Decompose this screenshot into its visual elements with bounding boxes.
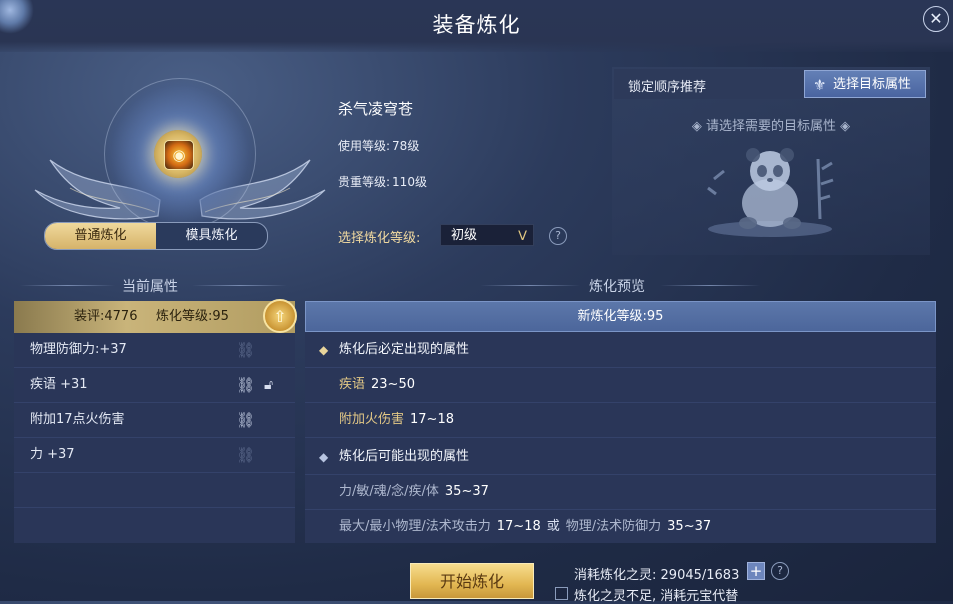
lock-order-label: 锁定顺序推荐: [628, 80, 707, 95]
cost-help-icon[interactable]: ?: [771, 562, 789, 580]
preview-heading-line-right: [660, 285, 760, 286]
or-text: 或: [546, 519, 560, 534]
preview-attribute-row: 疾语 23~50: [305, 368, 936, 403]
diamond-bullet-icon: ◆: [319, 343, 329, 357]
attribute-label: 物理防御力:+37: [30, 342, 127, 357]
panda-placeholder-icon: [707, 148, 834, 237]
new-refine-level: 新炼化等级:95: [305, 301, 936, 332]
window-title: 装备炼化: [432, 13, 521, 37]
tab-normal-refine[interactable]: 普通炼化: [45, 223, 156, 249]
chevron-down-icon: ᐯ: [518, 229, 527, 244]
link-icon[interactable]: ⛓: [236, 333, 255, 367]
attribute-label: 疾语 +31: [30, 377, 88, 392]
link-icon[interactable]: ⛓: [236, 368, 255, 402]
possible-attribute-range: 35~37: [444, 484, 489, 499]
refine-help-icon[interactable]: ?: [549, 227, 567, 245]
refine-level-select[interactable]: 初级 ᐯ: [440, 224, 534, 246]
must-appear-heading: 炼化后必定出现的属性: [339, 342, 470, 357]
current-attributes-heading: 当前属性: [122, 279, 178, 295]
use-ingot-checkbox[interactable]: [555, 587, 568, 600]
must-appear-heading-row: ◆ 炼化后必定出现的属性: [305, 333, 936, 368]
start-refine-button[interactable]: 开始炼化: [410, 563, 534, 599]
close-button[interactable]: ✕: [923, 6, 949, 32]
rarity-level-label: 贵重等级:: [338, 175, 391, 189]
add-refine-spirit-button[interactable]: +: [747, 562, 765, 580]
current-refine-level: 炼化等级:95: [156, 309, 229, 324]
use-level-value: 78级: [392, 139, 420, 153]
use-level: 使用等级: 78级: [338, 137, 419, 154]
preview-attribute-name: 疾语: [339, 377, 366, 392]
current-heading-line-left: [20, 285, 115, 286]
attribute-label: 力 +37: [30, 447, 75, 462]
refine-mode-tabs: 普通炼化 模具炼化: [44, 222, 268, 250]
select-target-attribute-button[interactable]: ⚜ 选择目标属性: [804, 70, 926, 98]
equipment-score: 装评:4776: [74, 309, 138, 324]
lock-order-bar: 锁定顺序推荐 ⚜ 选择目标属性: [614, 69, 928, 99]
equipment-icon: ◉: [164, 140, 194, 170]
diamond-bullet-icon: ◆: [319, 450, 329, 464]
refine-cost-label: 消耗炼化之灵:: [574, 568, 657, 583]
use-ingot-label: 炼化之灵不足, 消耗元宝代替: [574, 589, 739, 604]
possible-attribute-name: 力/敏/魂/念/疾/体: [339, 484, 439, 499]
current-summary-bar: 装评:4776 炼化等级:95 ⇧: [14, 299, 297, 333]
item-slot[interactable]: ◉: [154, 130, 202, 178]
possible-defense-range: 35~37: [667, 519, 712, 534]
may-appear-heading: 炼化后可能出现的属性: [339, 449, 470, 464]
use-level-label: 使用等级:: [338, 139, 391, 153]
possible-attack-range: 17~18: [496, 519, 541, 534]
preview-heading-line-left: [480, 285, 580, 286]
target-icon: ⚜: [813, 76, 827, 94]
attribute-row: 力 +37 ⛓: [14, 438, 295, 473]
target-attribute-panel: 锁定顺序推荐 ⚜ 选择目标属性 ◈ 请选择需要的目标属性 ◈: [612, 67, 930, 255]
attribute-row: 疾语 +31 ⛓ 🔓︎: [14, 368, 295, 403]
possible-attribute-row: 最大/最小物理/法术攻击力 17~18 或物理/法术防御力 35~37: [305, 510, 936, 544]
refine-preview-panel: 新炼化等级:95 ◆ 炼化后必定出现的属性 疾语 23~50 附加火伤害 17~18…: [305, 301, 936, 543]
upgrade-arrow-icon[interactable]: ⇧: [263, 299, 297, 333]
refine-level-select-label: 选择炼化等级:: [338, 231, 421, 246]
preview-attribute-range: 17~18: [410, 412, 454, 427]
rarity-level: 贵重等级: 110级: [338, 173, 427, 190]
current-heading-line-right: [192, 285, 287, 286]
preview-attribute-row: 附加火伤害 17~18: [305, 403, 936, 438]
target-hint-text: ◈ 请选择需要的目标属性 ◈: [691, 119, 851, 134]
attribute-row: 附加17点火伤害 ⛓: [14, 403, 295, 438]
rarity-level-value: 110级: [392, 175, 427, 189]
refine-preview-heading: 炼化预览: [589, 279, 645, 295]
select-target-attribute-label: 选择目标属性: [833, 77, 912, 92]
attribute-label: 附加17点火伤害: [30, 412, 125, 427]
refine-cost-value: 29045/1683: [660, 568, 740, 583]
possible-defense-name: 物理/法术防御力: [565, 519, 662, 534]
attribute-row: 物理防御力:+37 ⛓: [14, 333, 295, 368]
refine-cost: 消耗炼化之灵: 29045/1683: [574, 564, 739, 583]
possible-attack-name: 最大/最小物理/法术攻击力: [339, 519, 491, 534]
item-name: 杀气凌穹苍: [338, 100, 414, 118]
current-attributes-panel: 装评:4776 炼化等级:95 ⇧ 物理防御力:+37 ⛓ 疾语 +31 ⛓ 🔓…: [14, 299, 297, 543]
may-appear-heading-row: ◆ 炼化后可能出现的属性: [305, 440, 936, 475]
unlock-icon[interactable]: 🔓︎: [264, 368, 273, 402]
link-icon[interactable]: ⛓: [236, 438, 255, 472]
preview-attribute-range: 23~50: [371, 377, 415, 392]
preview-attribute-name: 附加火伤害: [339, 412, 405, 427]
possible-attribute-row: 力/敏/魂/念/疾/体 35~37: [305, 475, 936, 510]
refine-level-select-value: 初级: [451, 228, 478, 243]
attribute-row-empty: [14, 473, 295, 508]
tab-mold-refine[interactable]: 模具炼化: [156, 223, 267, 249]
link-icon[interactable]: ⛓: [236, 403, 255, 437]
